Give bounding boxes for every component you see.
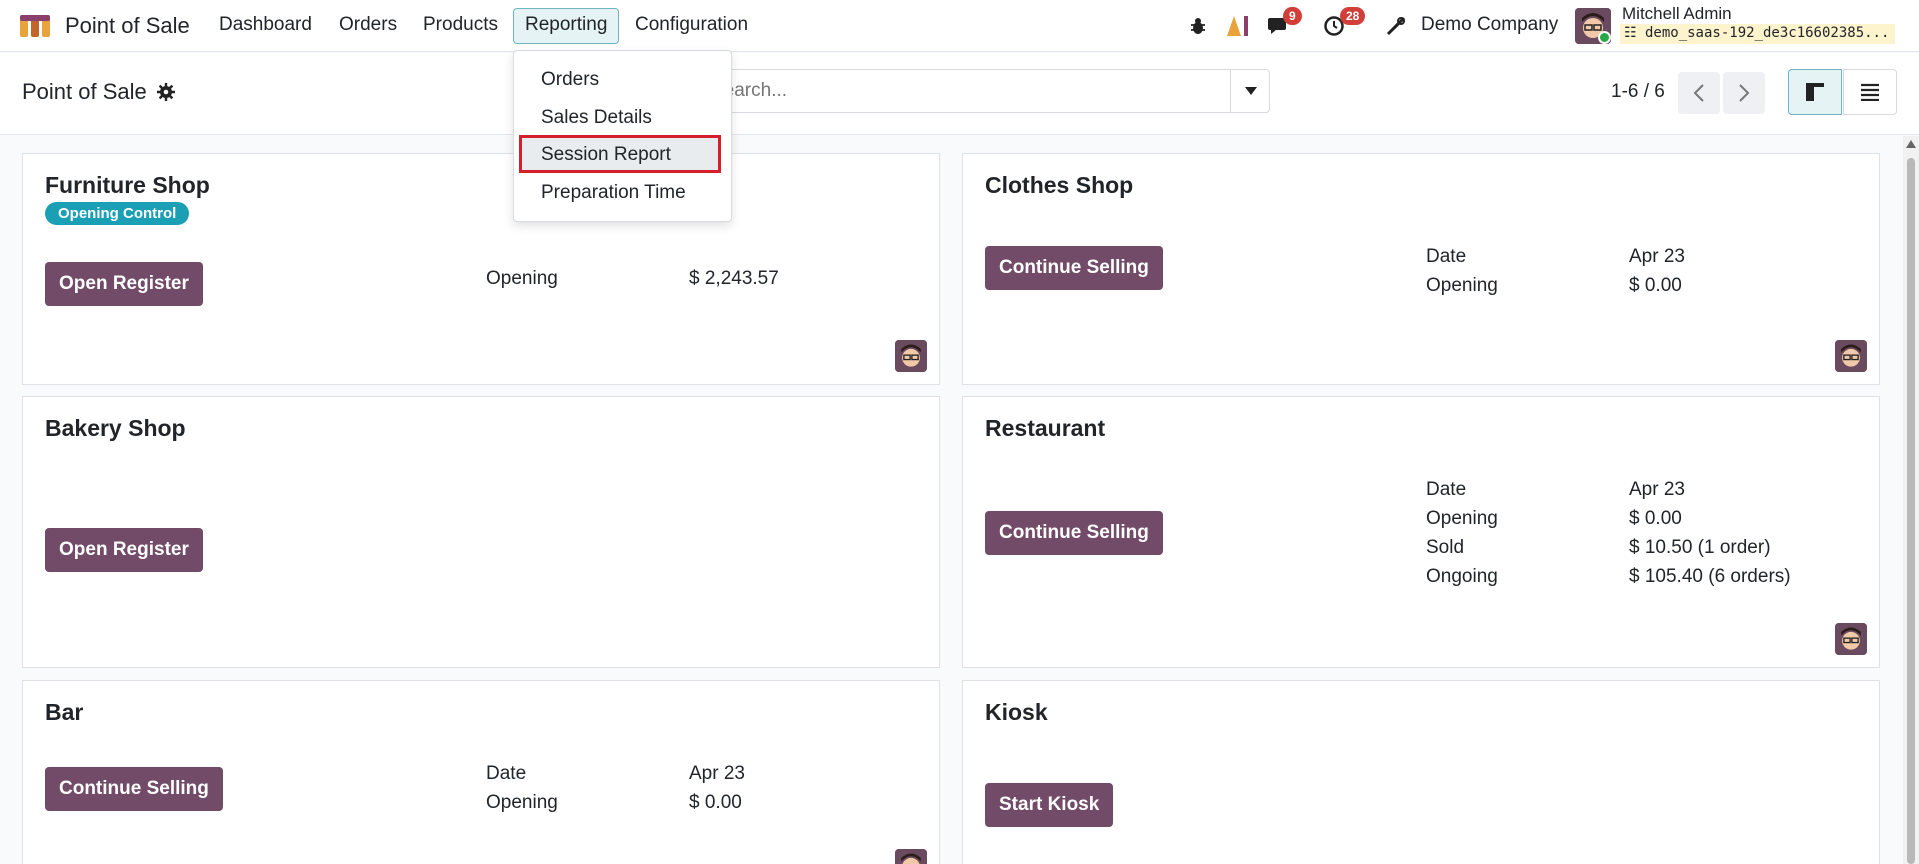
card-title[interactable]: Bar (45, 699, 83, 726)
pos-app-icon[interactable] (18, 13, 54, 39)
ai-icon[interactable] (1224, 12, 1252, 40)
card-title[interactable]: Kiosk (985, 699, 1048, 726)
responsible-avatar[interactable] (895, 849, 927, 864)
online-status-icon (1598, 31, 1611, 44)
chevron-right-icon (1739, 84, 1750, 102)
start-kiosk-button[interactable]: Start Kiosk (985, 783, 1114, 827)
card-label: Date (1426, 246, 1467, 267)
menu-products[interactable]: Products (423, 14, 498, 36)
card-label: Date (1426, 479, 1467, 500)
continue-selling-button[interactable]: Continue Selling (45, 767, 223, 811)
gear-icon[interactable] (157, 83, 175, 101)
app-name[interactable]: Point of Sale (65, 13, 190, 39)
user-name[interactable]: Mitchell Admin (1622, 4, 1732, 24)
card-value: Apr 23 (1629, 246, 1685, 267)
pos-card-clothes-shop: Clothes Shop Continue Selling Date Apr 2… (962, 153, 1880, 385)
menu-configuration[interactable]: Configuration (635, 14, 748, 36)
kanban-icon (1806, 83, 1824, 101)
card-value: $ 105.40 (6 orders) (1629, 566, 1791, 587)
card-value: $ 2,243.57 (689, 268, 779, 289)
pos-card-bar: Bar Continue Selling Date Apr 23 Opening… (22, 680, 940, 864)
page-scrollbar[interactable] (1903, 136, 1919, 864)
open-register-button[interactable]: Open Register (45, 528, 203, 572)
card-value: Apr 23 (689, 763, 745, 784)
card-label: Opening (1426, 275, 1498, 296)
pos-card-bakery-shop: Bakery Shop Open Register (22, 396, 940, 668)
menu-reporting[interactable]: Reporting (513, 8, 620, 44)
pos-card-restaurant: Restaurant Continue Selling Date Apr 23 … (962, 396, 1880, 668)
database-icon: ☷ (1624, 25, 1645, 41)
card-label: Ongoing (1426, 566, 1498, 587)
list-icon (1861, 83, 1879, 101)
card-value: Apr 23 (1629, 479, 1685, 500)
debug-bug-icon[interactable] (1184, 12, 1212, 40)
control-panel: Point of Sale 1-6 / 6 (0, 53, 1919, 135)
card-label: Date (486, 763, 527, 784)
dropdown-item-preparation-time[interactable]: Preparation Time (541, 182, 686, 204)
pos-card-kiosk: Kiosk Start Kiosk (962, 680, 1880, 864)
pos-card-furniture-shop: Furniture Shop Opening Control Open Regi… (22, 153, 940, 385)
chevron-left-icon (1693, 84, 1704, 102)
pager-value[interactable]: 1-6 / 6 (1611, 81, 1665, 103)
activities-clock-icon[interactable]: 28 (1320, 7, 1366, 40)
tools-icon[interactable] (1382, 12, 1410, 40)
kanban-view-button[interactable] (1788, 69, 1842, 115)
search-box[interactable] (700, 69, 1270, 113)
card-title[interactable]: Restaurant (985, 415, 1105, 442)
dropdown-item-session-report[interactable]: Session Report (541, 144, 671, 166)
dropdown-item-orders[interactable]: Orders (541, 69, 599, 91)
card-title[interactable]: Furniture Shop (45, 172, 210, 199)
reporting-dropdown: Orders Sales Details Session Report Prep… (513, 50, 732, 222)
scroll-thumb[interactable] (1907, 158, 1915, 864)
breadcrumb: Point of Sale (22, 79, 147, 104)
menu-orders[interactable]: Orders (339, 14, 397, 36)
card-label: Opening (486, 792, 558, 813)
messages-badge: 9 (1283, 7, 1302, 25)
company-switcher[interactable]: Demo Company (1421, 14, 1558, 36)
messages-icon[interactable]: 9 (1265, 7, 1302, 40)
pager-previous-button[interactable] (1678, 72, 1720, 114)
top-navbar: Point of Sale Dashboard Orders Products … (0, 0, 1919, 52)
search-options-toggle[interactable] (1230, 70, 1270, 112)
scroll-up-arrow-icon[interactable] (1906, 140, 1916, 148)
caret-down-icon (1244, 87, 1257, 95)
list-view-button[interactable] (1843, 69, 1897, 115)
search-input[interactable] (711, 78, 1231, 104)
continue-selling-button[interactable]: Continue Selling (985, 246, 1163, 290)
continue-selling-button[interactable]: Continue Selling (985, 511, 1163, 555)
card-title[interactable]: Bakery Shop (45, 415, 186, 442)
responsible-avatar[interactable] (895, 340, 927, 372)
card-label: Sold (1426, 537, 1465, 558)
database-name-text: demo_saas-192_de3c16602385... (1644, 25, 1890, 41)
card-label: Opening (486, 268, 558, 289)
responsible-avatar[interactable] (1835, 623, 1867, 655)
card-value: $ 0.00 (1629, 275, 1682, 296)
open-register-button[interactable]: Open Register (45, 262, 203, 306)
activities-badge: 28 (1340, 7, 1366, 25)
responsible-avatar[interactable] (1835, 340, 1867, 372)
card-title[interactable]: Clothes Shop (985, 172, 1133, 199)
database-name: ☷ demo_saas-192_de3c16602385... (1620, 24, 1895, 44)
menu-dashboard[interactable]: Dashboard (219, 14, 312, 36)
pager-next-button[interactable] (1723, 72, 1765, 114)
status-badge: Opening Control (45, 202, 190, 225)
card-value: $ 10.50 (1 order) (1629, 537, 1771, 558)
dropdown-item-sales-details[interactable]: Sales Details (541, 107, 652, 129)
card-value: $ 0.00 (1629, 508, 1682, 529)
card-value: $ 0.00 (689, 792, 742, 813)
card-label: Opening (1426, 508, 1498, 529)
